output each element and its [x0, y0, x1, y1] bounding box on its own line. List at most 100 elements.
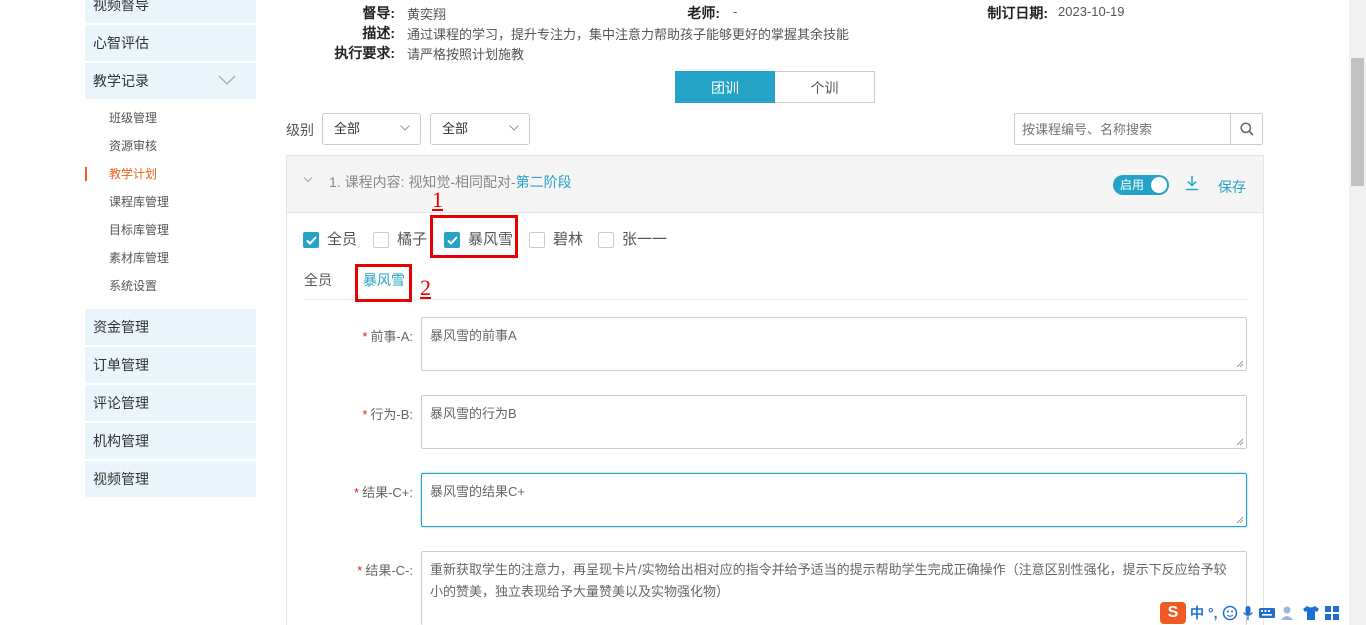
sidebar-sub-goal-library[interactable]: 目标库管理 — [109, 222, 169, 238]
tab-team[interactable]: 团训 — [675, 71, 775, 103]
teacher-label: 老师: — [687, 5, 720, 21]
chevron-down-icon — [400, 125, 410, 131]
resize-handle-icon[interactable] — [1236, 360, 1244, 368]
textarea-value: 暴风雪的行为B — [430, 406, 517, 421]
required-mark: * — [362, 329, 368, 344]
textarea-value: 重新获取学生的注意力，再呈现卡片/实物给出相对应的指令并给予适当的提示帮助学生完… — [430, 562, 1227, 599]
checkbox-label: 橘子 — [397, 231, 428, 248]
checkbox-label: 张一一 — [622, 231, 668, 248]
select-value: 全部 — [442, 121, 469, 136]
search-button[interactable] — [1230, 114, 1262, 144]
select-value: 全部 — [334, 121, 361, 136]
required-mark: * — [357, 563, 363, 578]
sidebar-sub-course-library[interactable]: 课程库管理 — [109, 194, 169, 210]
checkbox[interactable] — [373, 232, 389, 248]
consequence-plus-textarea[interactable]: 暴风雪的结果C+ — [421, 473, 1247, 527]
sidebar-item-video-supervision[interactable]: 视频督导 — [85, 0, 256, 23]
collapse-chevron-icon[interactable] — [303, 176, 313, 184]
user-icon[interactable] — [1280, 605, 1298, 621]
level-select-2[interactable]: 全部 — [430, 113, 530, 145]
field-label-consequence-plus: * 结果-C+: — [330, 482, 413, 501]
sidebar-sub-class-management[interactable]: 班级管理 — [109, 110, 157, 126]
course-title: 1. 课程内容: 视知觉-相同配对-第二阶段 — [329, 172, 572, 192]
divider — [304, 299, 1247, 300]
field-label-text: 行为-B: — [370, 407, 413, 422]
toggle-knob — [1151, 177, 1167, 193]
active-indicator — [85, 167, 87, 181]
download-icon[interactable] — [1185, 175, 1199, 191]
emoji-icon[interactable] — [1222, 605, 1238, 621]
checkbox[interactable] — [529, 232, 545, 248]
annotation-number-2: 2 — [420, 275, 431, 300]
enable-toggle[interactable]: 启用 — [1113, 175, 1169, 195]
sidebar-item-videos[interactable]: 视频管理 — [85, 461, 256, 497]
course-search — [1014, 113, 1263, 145]
sidebar-item-orders[interactable]: 订单管理 — [85, 347, 256, 383]
subtab-all[interactable]: 全员 — [304, 270, 332, 290]
sidebar-item-mind-assessment[interactable]: 心智评估 — [85, 25, 256, 61]
tab-individual[interactable]: 个训 — [775, 71, 875, 103]
checkbox[interactable] — [303, 232, 319, 248]
search-input[interactable] — [1015, 114, 1231, 144]
sidebar-item-funds[interactable]: 资金管理 — [85, 309, 256, 345]
ime-language[interactable]: 中 — [1190, 603, 1204, 623]
field-label-antecedent: * 前事-A: — [330, 326, 413, 345]
check-icon — [306, 236, 317, 245]
date-label: 制订日期: — [987, 5, 1048, 21]
sidebar-item-institutions[interactable]: 机构管理 — [85, 423, 256, 459]
textarea-value: 暴风雪的前事A — [430, 328, 517, 343]
required-mark: * — [362, 407, 368, 422]
sidebar-item-teaching-records[interactable]: 教学记录 — [85, 63, 256, 99]
sogou-logo-icon[interactable]: S — [1160, 601, 1186, 624]
microphone-icon[interactable] — [1242, 605, 1254, 621]
sidebar-sub-resource-review[interactable]: 资源审核 — [109, 138, 157, 154]
checkbox-label: 全员 — [327, 231, 358, 248]
ime-toolbar: S 中 °, — [1160, 600, 1349, 625]
resize-handle-icon[interactable] — [1236, 516, 1244, 524]
chevron-down-icon — [509, 125, 519, 131]
annotation-box-1 — [430, 215, 518, 258]
supervisor-value: 黄奕翔 — [407, 7, 447, 22]
requirement-label: 执行要求: — [334, 45, 395, 61]
annotation-box-2 — [355, 264, 412, 302]
annotation-number-1: 1 — [432, 187, 443, 212]
sidebar-sub-material-library[interactable]: 素材库管理 — [109, 250, 169, 266]
training-mode-tabs: 团训 个训 — [675, 71, 875, 103]
level-label: 级别 — [286, 122, 314, 138]
description-label: 描述: — [362, 25, 395, 41]
ime-punctuation[interactable]: °, — [1208, 605, 1218, 621]
sidebar-sub-teaching-plan[interactable]: 教学计划 — [109, 166, 157, 182]
checkbox-label: 碧林 — [553, 231, 584, 248]
scrollbar-thumb[interactable] — [1351, 58, 1364, 186]
sidebar: 视频督导 心智评估 教学记录 班级管理 资源审核 教学计划 课程库管理 目标库管… — [85, 0, 256, 625]
chevron-down-icon — [218, 75, 236, 85]
menu-grid-icon[interactable] — [1324, 605, 1340, 621]
save-button[interactable]: 保存 — [1218, 177, 1246, 197]
textarea-value: 暴风雪的结果C+ — [430, 484, 525, 499]
skin-shirt-icon[interactable] — [1302, 605, 1320, 621]
field-label-text: 前事-A: — [370, 329, 413, 344]
consequence-minus-textarea[interactable]: 重新获取学生的注意力，再呈现卡片/实物给出相对应的指令并给予适当的提示帮助学生完… — [421, 551, 1247, 625]
requirement-value: 请严格按照计划施教 — [407, 47, 525, 62]
description-value: 通过课程的学习，提升专注力，集中注意力帮助孩子能够更好的掌握其余技能 — [407, 27, 850, 42]
sidebar-item-comments[interactable]: 评论管理 — [85, 385, 256, 421]
sidebar-sub-system-settings[interactable]: 系统设置 — [109, 278, 157, 294]
field-label-text: 结果-C-: — [365, 563, 413, 578]
behavior-textarea[interactable]: 暴风雪的行为B — [421, 395, 1247, 449]
field-label-text: 结果-C+: — [362, 485, 413, 500]
keyboard-icon[interactable] — [1258, 606, 1276, 620]
teacher-value: - — [733, 4, 738, 19]
checkbox[interactable] — [598, 232, 614, 248]
level-select-1[interactable]: 全部 — [322, 113, 421, 145]
sidebar-item-label: 教学记录 — [93, 73, 149, 89]
course-title-prefix: 1. 课程内容: 视知觉-相同配对- — [329, 174, 516, 190]
field-label-consequence-minus: * 结果-C-: — [330, 560, 413, 579]
required-mark: * — [354, 485, 360, 500]
toggle-label: 启用 — [1120, 178, 1145, 192]
resize-handle-icon[interactable] — [1236, 438, 1244, 446]
date-value: 2023-10-19 — [1058, 4, 1125, 19]
page-scrollbar[interactable] — [1349, 0, 1366, 625]
course-stage[interactable]: 第二阶段 — [516, 174, 572, 190]
supervisor-label: 督导: — [362, 5, 395, 21]
antecedent-textarea[interactable]: 暴风雪的前事A — [421, 317, 1247, 371]
